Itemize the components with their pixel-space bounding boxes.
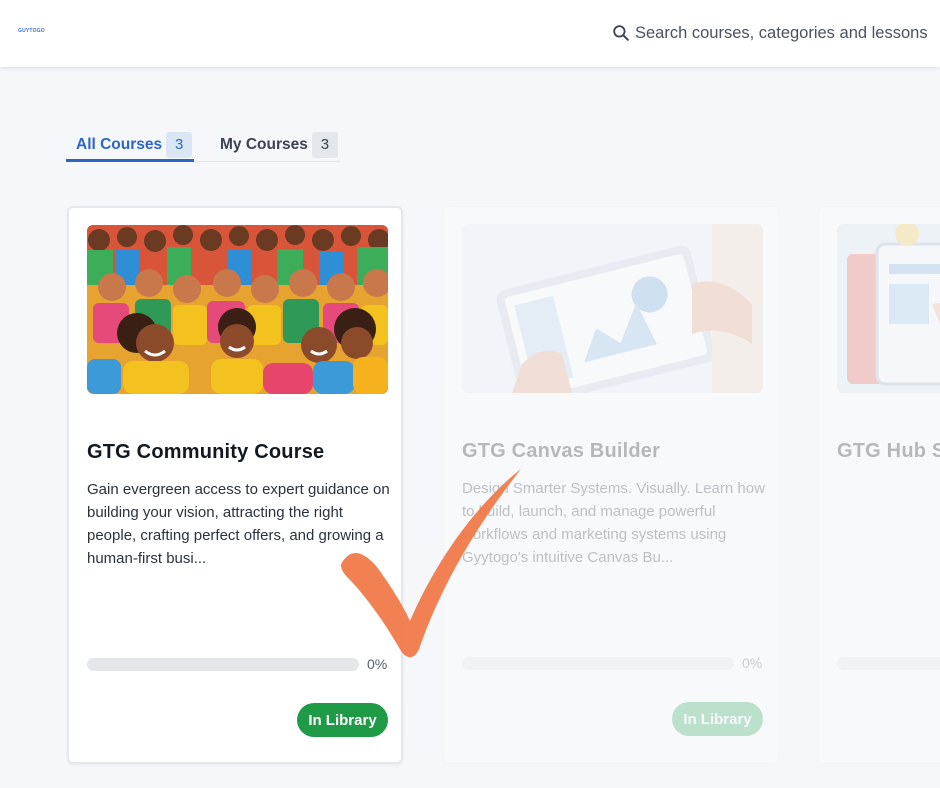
in-library-button[interactable]: In Library — [672, 702, 763, 736]
dashboard-illustration — [837, 224, 940, 393]
course-progress-bar — [87, 658, 359, 671]
tablet-illustration — [462, 224, 763, 393]
course-tabs: All Courses 3 My Courses 3 — [66, 126, 340, 163]
course-thumbnail[interactable] — [837, 224, 940, 393]
search-bar[interactable] — [604, 16, 940, 50]
course-card-canvas-builder[interactable]: GTG Canvas Builder Design Smarter System… — [443, 206, 779, 764]
tab-count-badge: 3 — [311, 131, 338, 158]
tab-my-courses[interactable]: My Courses 3 — [220, 128, 340, 161]
progress-percentage: 0% — [367, 656, 388, 672]
tab-label: All Courses — [76, 135, 163, 153]
search-input[interactable] — [635, 23, 935, 43]
course-progress-bar — [462, 657, 734, 670]
course-title[interactable]: GTG Community Course — [87, 441, 324, 464]
course-thumbnail[interactable] — [87, 225, 388, 394]
course-card-hub[interactable]: GTG Hub Se — [818, 206, 940, 764]
tab-count-badge: 3 — [166, 131, 193, 158]
course-description: Design Smarter Systems. Visually. Learn … — [462, 480, 765, 566]
course-thumbnail[interactable] — [462, 224, 763, 393]
active-tab-indicator — [66, 159, 194, 162]
top-header: GUYTOGO — [0, 0, 940, 67]
brand-logo[interactable]: GUYTOGO — [18, 28, 45, 34]
progress-percentage: 0% — [742, 655, 763, 671]
course-progress-bar — [837, 657, 940, 670]
tab-all-courses[interactable]: All Courses 3 — [66, 128, 194, 161]
course-title[interactable]: GTG Hub Se — [837, 440, 940, 463]
course-title[interactable]: GTG Canvas Builder — [462, 440, 660, 463]
course-card-community[interactable]: GTG Community Course Gain evergreen acce… — [67, 206, 403, 764]
search-icon — [613, 25, 629, 41]
tab-label: My Courses — [220, 135, 308, 153]
course-description: Gain evergreen access to expert guidance… — [87, 481, 390, 567]
in-library-button[interactable]: In Library — [297, 703, 388, 737]
crowd-illustration — [87, 225, 388, 394]
